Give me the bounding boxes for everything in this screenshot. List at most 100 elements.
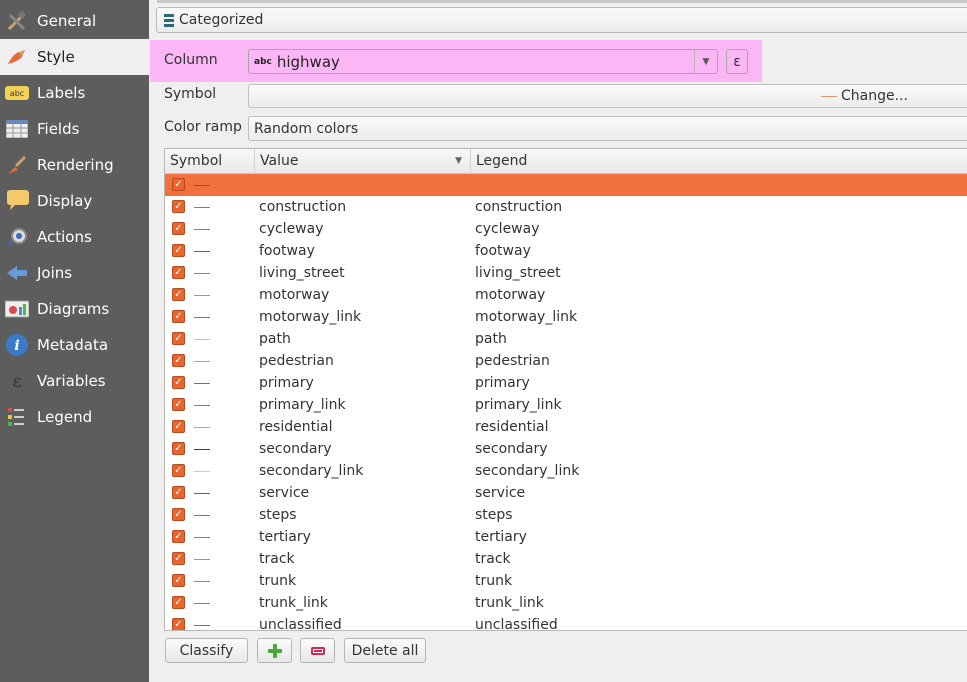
legend-cell[interactable]: secondary_link [475, 460, 579, 482]
line-symbol-swatch[interactable] [194, 361, 210, 362]
line-symbol-swatch[interactable] [194, 229, 210, 230]
sidebar-item-labels[interactable]: abc Labels [0, 75, 149, 111]
row-checkbox[interactable]: ✓ [172, 552, 185, 565]
row-checkbox[interactable]: ✓ [172, 596, 185, 609]
expression-button[interactable]: ε [726, 49, 748, 74]
row-checkbox[interactable]: ✓ [172, 486, 185, 499]
legend-cell[interactable]: footway [475, 240, 531, 262]
value-cell[interactable]: motorway [259, 284, 329, 306]
line-symbol-swatch[interactable] [194, 449, 210, 450]
legend-cell[interactable]: residential [475, 416, 548, 438]
symbol-change-button[interactable]: Change... [248, 84, 967, 108]
table-row[interactable]: ✓ residential residential [165, 416, 967, 438]
row-checkbox[interactable]: ✓ [172, 178, 185, 191]
legend-cell[interactable]: pedestrian [475, 350, 550, 372]
sidebar-item-general[interactable]: General [0, 3, 149, 39]
column-dropdown[interactable]: abc highway ▼ [248, 49, 718, 74]
row-checkbox[interactable]: ✓ [172, 266, 185, 279]
table-row[interactable]: ✓ [165, 174, 967, 196]
value-cell[interactable]: primary [259, 372, 314, 394]
value-cell[interactable]: unclassified [259, 614, 342, 630]
sidebar-item-style[interactable]: Style [0, 39, 149, 75]
color-ramp-dropdown[interactable]: Random colors [248, 116, 967, 141]
legend-cell[interactable]: trunk_link [475, 592, 544, 614]
chevron-down-icon[interactable]: ▼ [694, 50, 717, 73]
value-cell[interactable]: track [259, 548, 295, 570]
sidebar-item-legend[interactable]: Legend [0, 399, 149, 435]
value-cell[interactable]: construction [259, 196, 346, 218]
legend-cell[interactable]: tertiary [475, 526, 527, 548]
sidebar-item-display[interactable]: Display [0, 183, 149, 219]
value-cell[interactable]: residential [259, 416, 332, 438]
legend-cell[interactable]: trunk [475, 570, 512, 592]
add-category-button[interactable] [257, 638, 292, 663]
row-checkbox[interactable]: ✓ [172, 222, 185, 235]
table-row[interactable]: ✓ construction construction [165, 196, 967, 218]
sidebar-item-metadata[interactable]: i Metadata [0, 327, 149, 363]
table-row[interactable]: ✓ primary_link primary_link [165, 394, 967, 416]
legend-cell[interactable]: steps [475, 504, 513, 526]
row-checkbox[interactable]: ✓ [172, 618, 185, 630]
value-cell[interactable]: steps [259, 504, 297, 526]
line-symbol-swatch[interactable] [194, 317, 210, 318]
value-cell[interactable]: motorway_link [259, 306, 361, 328]
line-symbol-swatch[interactable] [194, 493, 210, 494]
row-checkbox[interactable]: ✓ [172, 464, 185, 477]
sidebar-item-fields[interactable]: Fields [0, 111, 149, 147]
table-row[interactable]: ✓ tertiary tertiary [165, 526, 967, 548]
table-row[interactable]: ✓ trunk trunk [165, 570, 967, 592]
line-symbol-swatch[interactable] [194, 603, 210, 604]
table-row[interactable]: ✓ trunk_link trunk_link [165, 592, 967, 614]
line-symbol-swatch[interactable] [194, 251, 210, 252]
sidebar-item-rendering[interactable]: Rendering [0, 147, 149, 183]
header-legend[interactable]: Legend [471, 149, 967, 173]
line-symbol-swatch[interactable] [194, 405, 210, 406]
legend-cell[interactable]: secondary [475, 438, 548, 460]
row-checkbox[interactable]: ✓ [172, 288, 185, 301]
table-row[interactable]: ✓ service service [165, 482, 967, 504]
value-cell[interactable]: pedestrian [259, 350, 334, 372]
legend-cell[interactable]: path [475, 328, 507, 350]
sidebar-item-variables[interactable]: ε Variables [0, 363, 149, 399]
table-row[interactable]: ✓ motorway motorway [165, 284, 967, 306]
sidebar-item-diagrams[interactable]: Diagrams [0, 291, 149, 327]
table-row[interactable]: ✓ secondary_link secondary_link [165, 460, 967, 482]
value-cell[interactable]: living_street [259, 262, 345, 284]
legend-cell[interactable]: service [475, 482, 525, 504]
sidebar-item-joins[interactable]: Joins [0, 255, 149, 291]
classify-button[interactable]: Classify [165, 638, 248, 663]
value-cell[interactable]: primary_link [259, 394, 346, 416]
table-row[interactable]: ✓ path path [165, 328, 967, 350]
row-checkbox[interactable]: ✓ [172, 310, 185, 323]
line-symbol-swatch[interactable] [194, 339, 210, 340]
table-row[interactable]: ✓ footway footway [165, 240, 967, 262]
value-cell[interactable]: tertiary [259, 526, 311, 548]
row-checkbox[interactable]: ✓ [172, 354, 185, 367]
table-row[interactable]: ✓ steps steps [165, 504, 967, 526]
table-row[interactable]: ✓ unclassified unclassified [165, 614, 967, 630]
table-row[interactable]: ✓ motorway_link motorway_link [165, 306, 967, 328]
legend-cell[interactable]: unclassified [475, 614, 558, 630]
row-checkbox[interactable]: ✓ [172, 332, 185, 345]
line-symbol-swatch[interactable] [194, 625, 210, 626]
row-checkbox[interactable]: ✓ [172, 200, 185, 213]
table-row[interactable]: ✓ primary primary [165, 372, 967, 394]
row-checkbox[interactable]: ✓ [172, 420, 185, 433]
header-symbol[interactable]: Symbol [165, 149, 255, 173]
table-row[interactable]: ✓ cycleway cycleway [165, 218, 967, 240]
header-value[interactable]: Value ▼ [255, 149, 471, 173]
row-checkbox[interactable]: ✓ [172, 530, 185, 543]
line-symbol-swatch[interactable] [194, 207, 210, 208]
row-checkbox[interactable]: ✓ [172, 244, 185, 257]
row-checkbox[interactable]: ✓ [172, 574, 185, 587]
remove-category-button[interactable] [300, 638, 335, 663]
value-cell[interactable]: trunk [259, 570, 296, 592]
table-row[interactable]: ✓ pedestrian pedestrian [165, 350, 967, 372]
table-row[interactable]: ✓ living_street living_street [165, 262, 967, 284]
row-checkbox[interactable]: ✓ [172, 376, 185, 389]
line-symbol-swatch[interactable] [194, 559, 210, 560]
value-cell[interactable]: trunk_link [259, 592, 328, 614]
value-cell[interactable]: secondary_link [259, 460, 363, 482]
legend-cell[interactable]: primary_link [475, 394, 562, 416]
sidebar-item-actions[interactable]: Actions [0, 219, 149, 255]
